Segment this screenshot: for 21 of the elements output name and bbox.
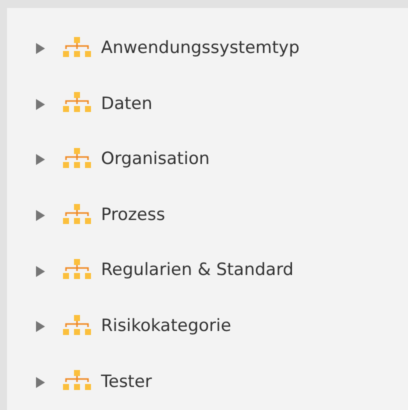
- tree-item[interactable]: Anwendungssystemtyp: [7, 21, 408, 77]
- expand-triangle-icon[interactable]: [36, 98, 45, 110]
- tree-item[interactable]: Daten: [7, 76, 408, 132]
- tree-item-label: Organisation: [101, 148, 210, 172]
- tree-item-label: Regularien & Standard: [101, 259, 294, 282]
- tree-item[interactable]: Tester: [7, 354, 408, 410]
- tree-item-label: Risikokategorie: [101, 314, 232, 338]
- tree-item-label: Prozess: [101, 204, 166, 227]
- tree-item[interactable]: Organisation: [7, 132, 408, 188]
- expand-triangle-icon[interactable]: [36, 321, 45, 332]
- tree-item[interactable]: Prozess: [7, 188, 408, 244]
- tree-item-label: Anwendungssystemtyp: [101, 37, 300, 60]
- tree-item[interactable]: Risikokategorie: [7, 298, 408, 354]
- expand-triangle-icon[interactable]: [36, 154, 45, 166]
- expand-triangle-icon[interactable]: [36, 43, 45, 54]
- tree-item-label: Tester: [101, 370, 152, 394]
- tree-item-label: Daten: [101, 92, 152, 116]
- expand-triangle-icon[interactable]: [36, 266, 45, 277]
- expand-triangle-icon[interactable]: [36, 376, 45, 388]
- expand-triangle-icon[interactable]: [36, 210, 45, 222]
- tree-item[interactable]: Regularien & Standard: [7, 243, 408, 299]
